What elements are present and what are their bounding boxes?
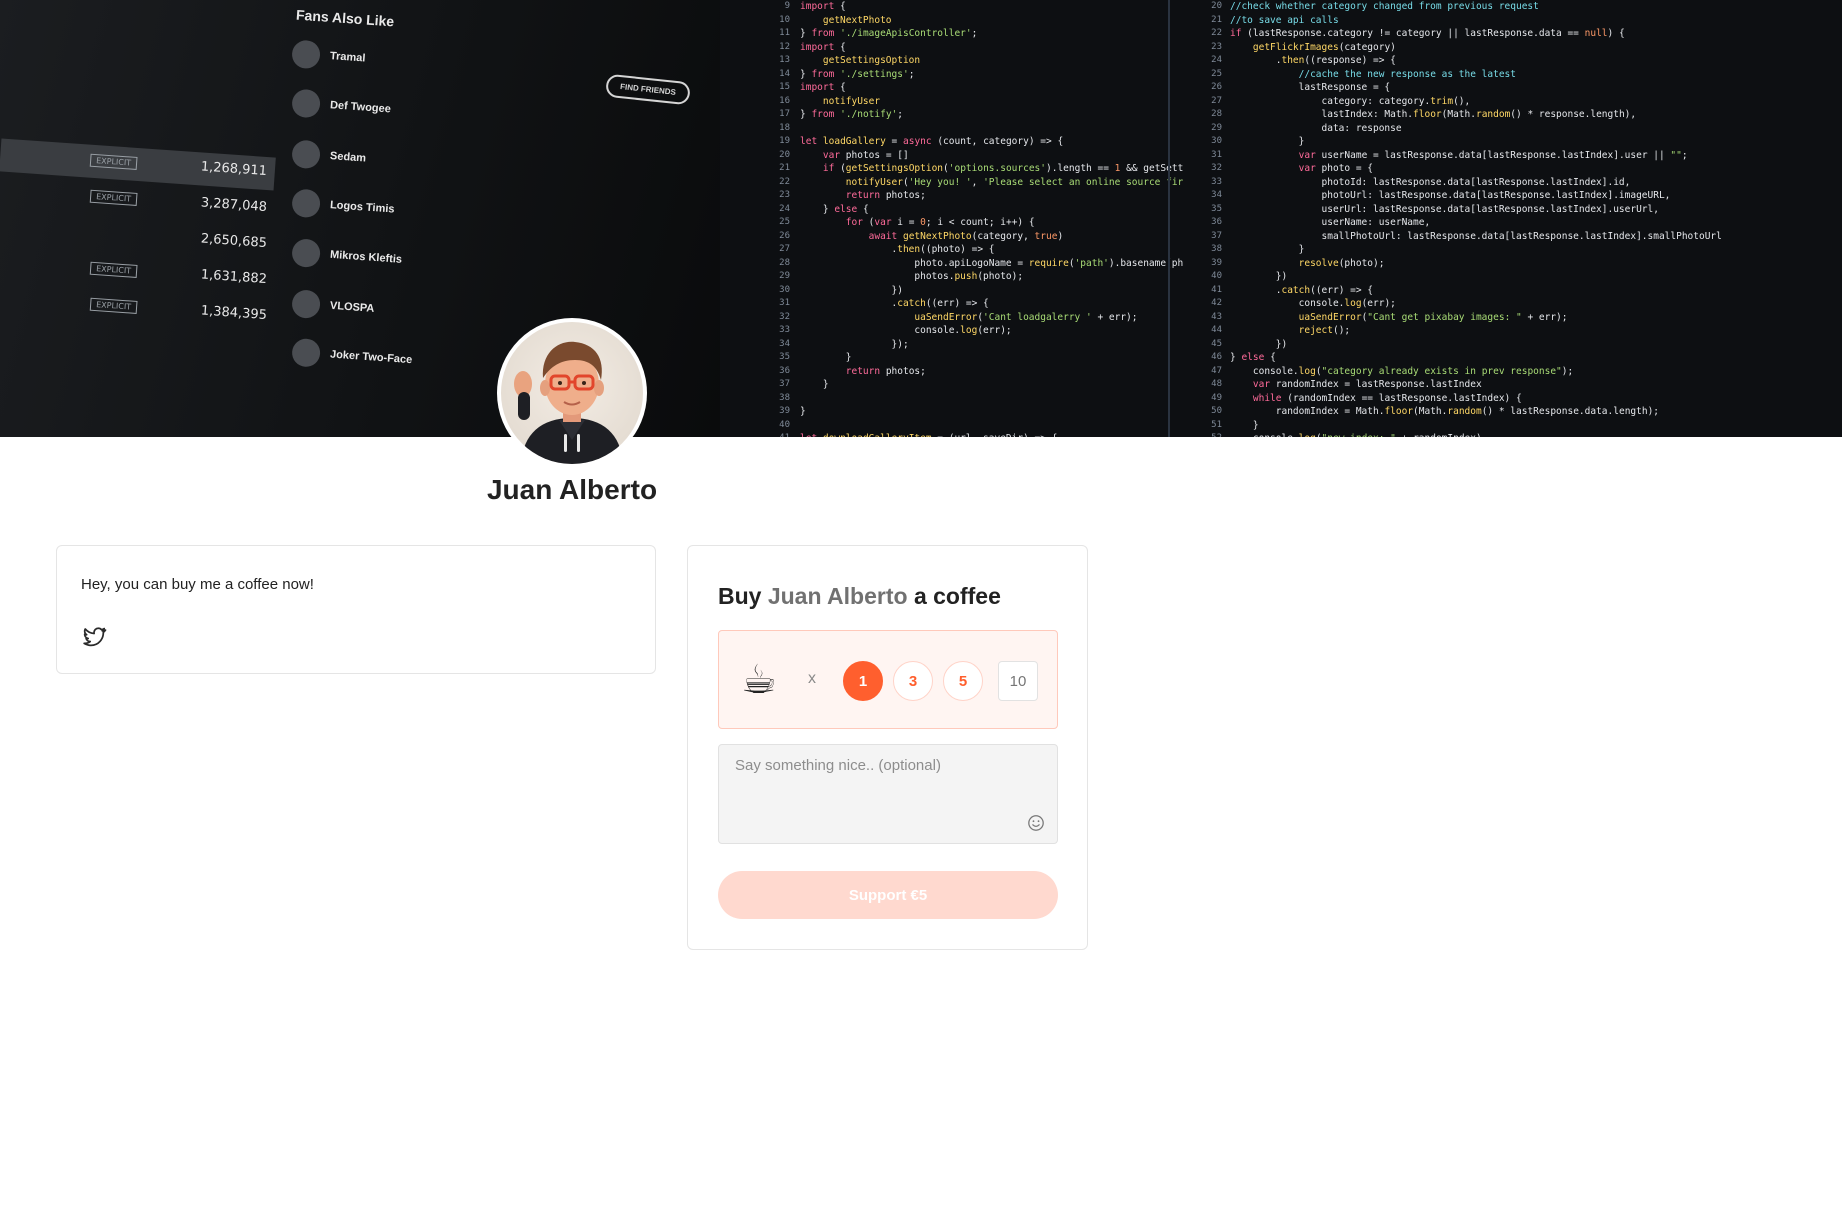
support-button[interactable]: Support €5 [718,871,1058,919]
fan-item: Mikros Kleftis [291,238,403,274]
fan-item: Logos Timis [291,188,395,223]
code-block: //check whether category changed from pr… [1230,1,1722,437]
twitter-icon[interactable] [81,624,107,650]
line-numbers: 9 10 11 12 13 14 15 16 17 18 19 20 21 22… [779,1,790,437]
emoji-picker-icon[interactable] [1027,814,1045,832]
profile-name: Juan Alberto [486,474,658,505]
custom-quantity-input[interactable] [998,661,1038,701]
multiply-sign: x [808,670,816,687]
buy-title: Buy Juan Alberto a coffee [718,583,1001,610]
avatar-image [501,322,643,464]
about-text: Hey, you can buy me a coffee now! [81,576,314,593]
line-numbers: 20 21 22 23 24 25 26 27 28 29 30 31 32 3… [1211,1,1222,437]
about-card: Hey, you can buy me a coffee now! [56,545,656,674]
code-block: import { getNextPhoto } from './imageApi… [800,1,1184,437]
buy-title-prefix: Buy [718,583,762,609]
quantity-option-1[interactable]: 1 [843,661,883,701]
avatar [497,318,647,468]
quantity-option-3[interactable]: 3 [893,661,933,701]
screen-divider [1168,0,1170,437]
find-friends-label: FIND FRIENDS [605,73,691,106]
buy-title-creator: Juan Alberto [767,583,908,609]
buy-title-suffix: a coffee [913,583,1001,609]
cover-image: Fans Also Like Tramal Def Twogee Sedam L… [0,0,1842,437]
avatar-illustration-icon [514,341,623,464]
fan-item: Tramal [291,39,366,72]
fan-item: Def Twogee [291,88,392,124]
buy-coffee-card: Buy Juan Alberto a coffee ☕ x 1 3 5 Supp… [687,545,1088,950]
fan-item: Joker Two-Face [291,337,413,374]
coffee-cup-icon: ☕ [741,658,777,702]
fan-item: Sedam [291,139,367,172]
fan-item: VLOSPA [291,289,375,323]
message-input[interactable] [718,744,1058,844]
quantity-option-5[interactable]: 5 [943,661,983,701]
fans-also-like-title: Fans Also Like [295,6,395,30]
coffee-quantity-selector: ☕ x 1 3 5 [718,630,1058,729]
cover-code-screen: 9 10 11 12 13 14 15 16 17 18 19 20 21 22… [720,0,1842,437]
